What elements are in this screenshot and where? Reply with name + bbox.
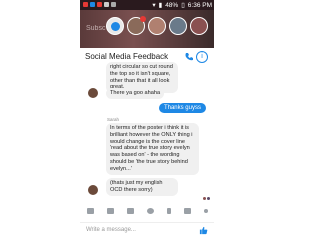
emoji-icon[interactable]: [146, 208, 154, 214]
info-icon[interactable]: i: [196, 51, 208, 63]
notification-icons: [83, 2, 116, 7]
message-input[interactable]: Write a message...: [86, 227, 136, 233]
battery-percent: 48%: [165, 1, 179, 9]
background-text: Subsc: [86, 25, 106, 32]
keyboard-icon[interactable]: [86, 208, 94, 214]
conversation-title: Social Media Feedback: [85, 52, 169, 61]
notification-icon: [111, 2, 116, 7]
avatar: [88, 185, 98, 195]
message-composer[interactable]: Write a message...: [80, 222, 214, 239]
microphone-icon[interactable]: [166, 208, 171, 214]
composer-toolbar: [80, 204, 214, 218]
notification-icon: [104, 2, 109, 7]
read-receipt-avatar: [203, 197, 206, 200]
read-receipts: [203, 197, 210, 200]
messenger-icon: [111, 22, 120, 31]
chat-head-messenger[interactable]: [106, 17, 124, 35]
outgoing-message-bubble: Thanks guyss: [158, 103, 206, 113]
youtube-icon: [97, 2, 102, 7]
clock: 6:36 PM: [187, 1, 212, 9]
message-list[interactable]: right circular so cut round the top so i…: [80, 62, 214, 200]
wifi-icon: ▾: [152, 2, 156, 9]
thumbs-up-icon[interactable]: [199, 226, 208, 235]
sender-name: Sarah: [107, 117, 120, 122]
unread-badge: [140, 16, 146, 22]
gif-icon[interactable]: [183, 208, 191, 214]
chat-head[interactable]: [148, 17, 166, 35]
gallery-icon[interactable]: [126, 208, 134, 214]
phone-screen: ▾ ▮ 48% ▯ 6:36 PM Subsc Social Media Fee…: [80, 0, 214, 240]
chat-head[interactable]: [190, 17, 208, 35]
chat-heads-bar[interactable]: [106, 16, 208, 35]
chat-head[interactable]: [169, 17, 187, 35]
phone-call-icon[interactable]: [184, 52, 194, 62]
avatar: [88, 88, 98, 98]
read-receipt-avatar: [207, 197, 210, 200]
battery-icon: ▯: [181, 2, 185, 9]
status-right: ▾ ▮ 48% ▯ 6:36 PM: [152, 1, 212, 10]
chat-head[interactable]: [127, 16, 146, 35]
signal-icon: ▮: [158, 2, 163, 9]
message-bubble: In terms of the poster i think it is bri…: [106, 123, 199, 175]
camera-icon[interactable]: [106, 208, 114, 214]
notification-icon: [83, 2, 88, 7]
more-icon[interactable]: [203, 209, 208, 213]
message-bubble: (thats just my english OCD there sorry): [106, 178, 178, 196]
messenger-notification-icon: [90, 2, 95, 7]
message-bubble: There ya goo ahaha: [106, 88, 165, 99]
